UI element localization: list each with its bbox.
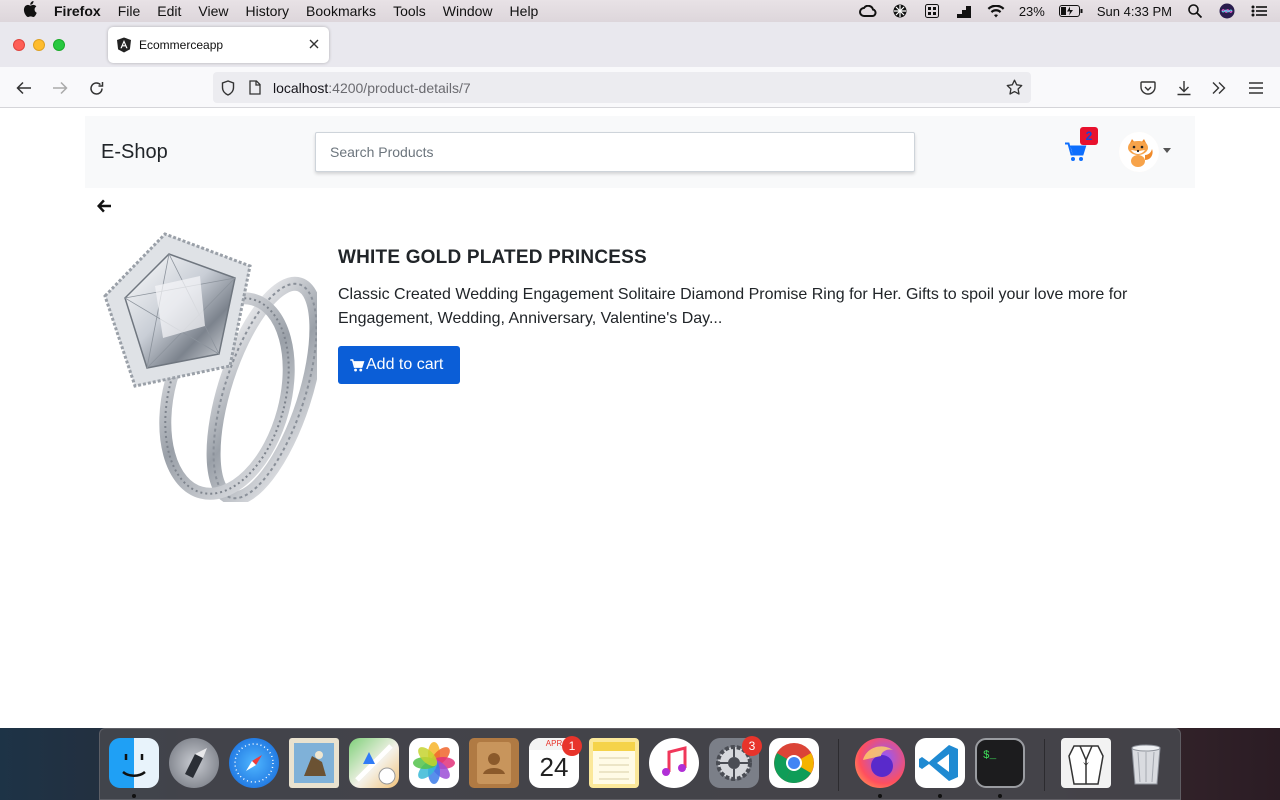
firefox-icon[interactable] xyxy=(855,738,905,788)
terminal-icon[interactable]: $_ xyxy=(975,738,1025,788)
apple-menu-icon[interactable] xyxy=(20,0,40,22)
cart-button-icon xyxy=(350,358,365,371)
forward-button[interactable] xyxy=(49,77,71,99)
tab-title: Ecommerceapp xyxy=(139,38,224,52)
vscode-running-indicator xyxy=(938,794,942,798)
search-input[interactable] xyxy=(315,132,915,172)
cart-count-badge: 2 xyxy=(1080,127,1098,145)
calendar-badge: 1 xyxy=(562,736,582,756)
menu-bar: Firefox File Edit View History Bookmarks… xyxy=(0,0,1280,22)
grid-app-icon[interactable] xyxy=(923,4,941,18)
contacts-icon[interactable] xyxy=(469,738,519,788)
menu-edit[interactable]: Edit xyxy=(157,3,181,19)
downloads-icon[interactable] xyxy=(1173,77,1195,99)
url-path: :4200/product-details/7 xyxy=(328,79,471,96)
bookmark-star-icon[interactable] xyxy=(1006,79,1023,99)
account-dropdown-caret-icon[interactable] xyxy=(1163,148,1171,153)
creative-cloud-icon[interactable] xyxy=(858,4,877,18)
back-arrow-icon[interactable] xyxy=(96,198,114,216)
add-to-cart-button[interactable]: Add to cart xyxy=(338,346,460,384)
tab-close-icon[interactable] xyxy=(309,36,319,53)
minimize-window-button[interactable] xyxy=(33,39,45,51)
menu-tools[interactable]: Tools xyxy=(393,3,426,19)
tab-bar: Ecommerceapp xyxy=(0,22,1280,67)
finder-icon[interactable] xyxy=(109,738,159,788)
tracking-protection-shield-icon[interactable] xyxy=(221,79,237,96)
photos-icon[interactable] xyxy=(409,738,459,788)
wifi-icon[interactable] xyxy=(987,4,1005,18)
mail-icon[interactable] xyxy=(289,738,339,788)
maps-icon[interactable] xyxy=(349,738,399,788)
vscode-icon[interactable] xyxy=(915,738,965,788)
tab-ecommerceapp[interactable]: Ecommerceapp xyxy=(108,27,329,63)
user-avatar[interactable] xyxy=(1119,132,1159,172)
menu-help[interactable]: Help xyxy=(510,3,539,19)
close-window-button[interactable] xyxy=(13,39,25,51)
svg-text:$_: $_ xyxy=(983,750,997,762)
stairs-icon[interactable] xyxy=(955,4,973,18)
angular-favicon-icon xyxy=(116,37,132,53)
control-center-icon[interactable] xyxy=(1250,4,1268,18)
product-image xyxy=(85,226,324,506)
pinwheel-icon[interactable] xyxy=(891,4,909,18)
cart-icon[interactable] xyxy=(1065,142,1087,162)
notes-icon[interactable] xyxy=(589,738,639,788)
music-icon[interactable] xyxy=(649,738,699,788)
launchpad-icon[interactable] xyxy=(169,738,219,788)
product-title: WHITE GOLD PLATED PRINCESS xyxy=(338,247,647,268)
brand-logo[interactable]: E-Shop xyxy=(101,141,168,164)
menu-window[interactable]: Window xyxy=(443,3,493,19)
battery-charging-icon[interactable] xyxy=(1058,4,1083,18)
clock[interactable]: Sun 4:33 PM xyxy=(1097,4,1172,19)
page-content: E-Shop 2 xyxy=(0,108,1280,728)
siri-icon[interactable] xyxy=(1218,3,1236,19)
dock: APR 24 1 3 $_ xyxy=(99,728,1181,800)
menu-history[interactable]: History xyxy=(245,3,289,19)
finder-running-indicator xyxy=(132,794,136,798)
menu-app-firefox[interactable]: Firefox xyxy=(54,3,101,19)
hamburger-menu-icon[interactable] xyxy=(1245,77,1267,99)
shop-navbar: E-Shop 2 xyxy=(85,116,1195,188)
menu-bookmarks[interactable]: Bookmarks xyxy=(306,3,376,19)
spotlight-search-icon[interactable] xyxy=(1186,4,1204,18)
dock-separator xyxy=(838,739,839,791)
reload-button[interactable] xyxy=(85,77,107,99)
safari-icon[interactable] xyxy=(229,738,279,788)
archive-utility-icon[interactable] xyxy=(1061,738,1111,788)
firefox-running-indicator xyxy=(878,794,882,798)
navigation-toolbar: localhost:4200/product-details/7 xyxy=(0,67,1280,108)
zoom-window-button[interactable] xyxy=(53,39,65,51)
add-to-cart-label: Add to cart xyxy=(366,356,444,373)
dock-separator xyxy=(1044,739,1045,791)
trash-icon[interactable] xyxy=(1121,738,1171,788)
menu-view[interactable]: View xyxy=(198,3,228,19)
battery-percent: 23% xyxy=(1018,3,1045,19)
chrome-icon[interactable] xyxy=(769,738,819,788)
terminal-running-indicator xyxy=(998,794,1002,798)
pocket-icon[interactable] xyxy=(1137,77,1159,99)
address-bar[interactable]: localhost:4200/product-details/7 xyxy=(213,72,1031,103)
overflow-chevron-icon[interactable] xyxy=(1208,77,1230,99)
product-description: Classic Created Wedding Engagement Solit… xyxy=(338,286,1128,327)
system-preferences-badge: 3 xyxy=(742,736,762,756)
page-info-icon[interactable] xyxy=(249,80,263,96)
url-host: localhost xyxy=(273,79,329,96)
menu-file[interactable]: File xyxy=(118,3,141,19)
back-button[interactable] xyxy=(13,77,35,99)
